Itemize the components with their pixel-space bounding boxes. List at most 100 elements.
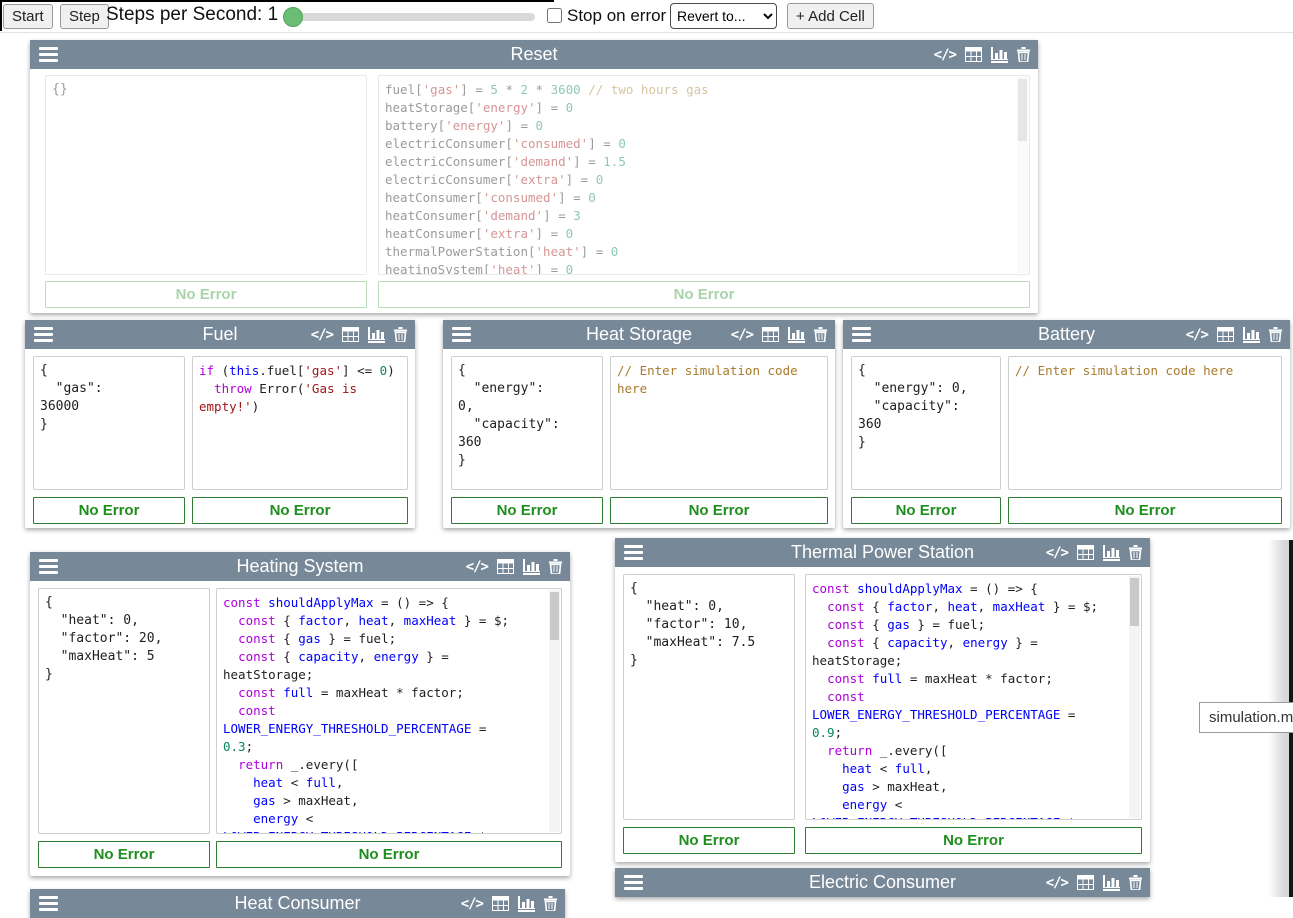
cell-header: Heat Storage </>: [443, 320, 835, 349]
chart-view-icon[interactable]: [1243, 327, 1260, 343]
state-editor[interactable]: { "energy": 0, "capacity": 360 }: [851, 356, 1001, 490]
code-view-icon[interactable]: </>: [466, 559, 488, 575]
cell-title: Reset: [510, 44, 557, 65]
chart-view-icon[interactable]: [368, 327, 385, 343]
state-error-status: No Error: [623, 827, 795, 854]
menu-icon[interactable]: [624, 875, 643, 890]
menu-icon[interactable]: [39, 559, 58, 574]
code-error-status: No Error: [216, 841, 562, 868]
state-error-status: No Error: [38, 841, 210, 868]
menu-icon[interactable]: [34, 327, 53, 342]
code-editor[interactable]: // Enter simulation codehere: [610, 356, 828, 490]
code-editor[interactable]: if (this.fuel['gas'] <= 0) throw Error('…: [192, 356, 408, 490]
code-text: fuel['gas'] = 5 * 2 * 3600 // two hours …: [379, 76, 1029, 275]
chart-view-icon[interactable]: [523, 559, 540, 575]
cell-battery: Battery </> { "energy": 0, "capacity": 3…: [843, 320, 1290, 528]
scrollbar-thumb[interactable]: [1130, 578, 1139, 626]
menu-icon[interactable]: [452, 327, 471, 342]
chart-view-icon[interactable]: [788, 327, 805, 343]
trash-icon[interactable]: [1129, 545, 1142, 560]
state-editor[interactable]: { "gas": 36000 }: [33, 356, 185, 490]
table-view-icon[interactable]: [1077, 545, 1094, 560]
code-view-icon[interactable]: </>: [731, 327, 753, 343]
table-view-icon[interactable]: [762, 327, 779, 342]
state-editor[interactable]: { "heat": 0, "factor": 10, "maxHeat": 7.…: [623, 574, 795, 820]
menu-icon[interactable]: [39, 896, 58, 911]
steps-per-second-value: 1: [268, 4, 279, 25]
left-border-line: [0, 0, 2, 31]
steps-per-second-text: Steps per Second:: [106, 4, 262, 25]
trash-icon[interactable]: [814, 327, 827, 342]
trash-icon[interactable]: [394, 327, 407, 342]
state-editor[interactable]: { "energy": 0, "capacity": 360 }: [451, 356, 603, 490]
code-text: const shouldApplyMax = () => { const { f…: [806, 575, 1141, 820]
menu-icon[interactable]: [39, 47, 58, 62]
code-editor[interactable]: const shouldApplyMax = () => { const { f…: [805, 574, 1142, 820]
scrollbar-thumb[interactable]: [1018, 79, 1027, 141]
code-view-icon[interactable]: </>: [311, 327, 333, 343]
step-button[interactable]: Step: [60, 4, 109, 29]
table-view-icon[interactable]: [497, 559, 514, 574]
simulation-tooltip: simulation.m: [1199, 702, 1293, 733]
chart-view-icon[interactable]: [1103, 875, 1120, 891]
code-error-status: No Error: [192, 497, 408, 524]
cell-header: Electric Consumer </>: [615, 868, 1150, 897]
top-border-line: [0, 0, 554, 2]
toolbar: Start Step Steps per Second: 1 Stop on e…: [0, 0, 1293, 33]
trash-icon[interactable]: [1269, 327, 1282, 342]
cell-header: Heating System </>: [30, 552, 570, 581]
cell-title: Heating System: [236, 556, 363, 577]
table-view-icon[interactable]: [492, 896, 509, 911]
code-view-icon[interactable]: </>: [934, 47, 956, 63]
state-editor[interactable]: { "heat": 0, "factor": 20, "maxHeat": 5 …: [38, 588, 210, 834]
menu-icon[interactable]: [852, 327, 871, 342]
code-scrollbar[interactable]: [1017, 77, 1028, 273]
code-scrollbar[interactable]: [1129, 576, 1140, 818]
cell-heating-system: Heating System </> { "heat": 0, "factor"…: [30, 552, 570, 876]
code-editor[interactable]: // Enter simulation code here: [1008, 356, 1282, 490]
table-view-icon[interactable]: [342, 327, 359, 342]
slider-track[interactable]: [283, 13, 535, 21]
cell-electric-consumer: Electric Consumer </>: [615, 868, 1150, 897]
table-view-icon[interactable]: [1077, 875, 1094, 890]
stop-on-error-checkbox[interactable]: [547, 8, 562, 23]
cell-header: Heat Consumer </>: [30, 889, 565, 918]
state-editor[interactable]: {}: [45, 75, 367, 275]
code-scrollbar[interactable]: [549, 590, 560, 832]
cell-header: Thermal Power Station </>: [615, 538, 1150, 567]
cell-header: Fuel </>: [25, 320, 415, 349]
code-text: // Enter simulation codehere: [611, 357, 827, 403]
code-view-icon[interactable]: </>: [1186, 327, 1208, 343]
state-error-status: No Error: [851, 497, 1001, 524]
state-error-status: No Error: [451, 497, 603, 524]
trash-icon[interactable]: [549, 559, 562, 574]
menu-icon[interactable]: [624, 545, 643, 560]
code-view-icon[interactable]: </>: [1046, 875, 1068, 891]
start-button[interactable]: Start: [3, 4, 53, 29]
trash-icon[interactable]: [1129, 875, 1142, 890]
cell-header: Battery </>: [843, 320, 1290, 349]
code-error-status: No Error: [1008, 497, 1282, 524]
state-error-status: No Error: [45, 281, 367, 308]
code-editor[interactable]: fuel['gas'] = 5 * 2 * 3600 // two hours …: [378, 75, 1030, 275]
add-cell-button[interactable]: + Add Cell: [787, 3, 874, 29]
trash-icon[interactable]: [1017, 47, 1030, 62]
scrollbar-thumb[interactable]: [550, 592, 559, 640]
revert-to-select[interactable]: Revert to...: [670, 3, 777, 29]
cell-reset: Reset </> {} fuel['gas'] = 5 * 2 * 3600 …: [30, 40, 1038, 313]
slider-thumb[interactable]: [283, 7, 303, 27]
code-view-icon[interactable]: </>: [461, 896, 483, 912]
steps-per-second-slider[interactable]: [283, 9, 535, 25]
code-text: if (this.fuel['gas'] <= 0) throw Error('…: [193, 357, 407, 421]
chart-view-icon[interactable]: [1103, 545, 1120, 561]
trash-icon[interactable]: [544, 896, 557, 911]
cell-header: Reset </>: [30, 40, 1038, 69]
code-text: // Enter simulation code here: [1009, 357, 1281, 385]
code-editor[interactable]: const shouldApplyMax = () => { const { f…: [216, 588, 562, 834]
cell-fuel: Fuel </> { "gas": 36000 } if (this.fuel[…: [25, 320, 415, 528]
table-view-icon[interactable]: [1217, 327, 1234, 342]
chart-view-icon[interactable]: [518, 896, 535, 912]
table-view-icon[interactable]: [965, 47, 982, 62]
chart-view-icon[interactable]: [991, 47, 1008, 63]
code-view-icon[interactable]: </>: [1046, 545, 1068, 561]
